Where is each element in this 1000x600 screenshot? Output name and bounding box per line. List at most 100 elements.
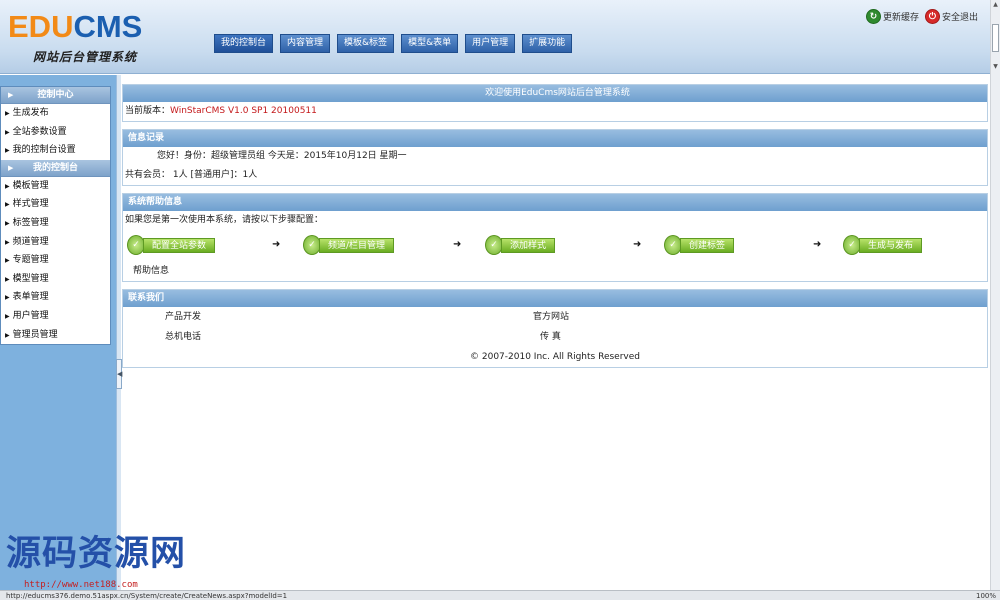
power-icon: ⏻: [924, 9, 940, 24]
help-info-link[interactable]: 帮助信息: [123, 262, 987, 281]
arrow-right-icon: ➜: [453, 239, 462, 250]
sidebar-item-channels[interactable]: ▶ 频道管理: [1, 233, 110, 252]
refresh-icon: ↻: [865, 9, 881, 24]
bullet-icon: ▶: [5, 312, 10, 320]
step-label: 生成与发布: [859, 237, 923, 253]
step-add-style-button[interactable]: ✓ 添加样式: [485, 234, 556, 256]
info-title: 信息记录: [123, 130, 987, 147]
contact-panel: 联系我们 产品开发 官方网站 总机电话 传 真 © 2007-2010 Inc.…: [122, 289, 988, 368]
welcome-panel: 欢迎使用EduCms网站后台管理系统 当前版本：WinStarCMS V1.0 …: [122, 84, 988, 122]
sidebar-item-label: 频道管理: [12, 236, 49, 247]
nav-my-console[interactable]: 我的控制台: [214, 34, 274, 53]
browser-status-bar: http://educms376.demo.51aspx.cn/System/c…: [0, 590, 1000, 600]
sidebar-section-my-console[interactable]: ▶ 我的控制台: [1, 159, 110, 177]
scrollbar-thumb[interactable]: [992, 24, 999, 52]
refresh-cache-label: 更新缓存: [882, 13, 919, 23]
watermark-title: 源码资源网: [6, 534, 187, 574]
vertical-scrollbar[interactable]: ▲ ▼: [990, 0, 1000, 590]
arrow-right-icon: ➜: [813, 239, 822, 250]
welcome-title: 欢迎使用EduCms网站后台管理系统: [123, 85, 987, 102]
logout-button[interactable]: ⏻ 安全退出: [924, 9, 978, 24]
sidebar-item-label: 生成发布: [12, 108, 49, 118]
sidebar-item-models[interactable]: ▶ 模型管理: [1, 270, 110, 289]
sidebar-section-title: 控制中心: [37, 90, 74, 100]
help-panel: 系统帮助信息 如果您是第一次使用本系统，请按以下步骤配置： ✓ 配置全站参数 ➜…: [122, 193, 988, 282]
step-channel-button[interactable]: ✓ 频道/栏目管理: [303, 234, 395, 256]
sidebar-item-tags[interactable]: ▶ 标签管理: [1, 214, 110, 233]
version-value: WinStarCMS V1.0 SP1 20100511: [170, 106, 317, 116]
contact-row-2: 总机电话 传 真: [123, 327, 987, 347]
refresh-cache-button[interactable]: ↻ 更新缓存: [865, 9, 919, 24]
sidebar-item-users[interactable]: ▶ 用户管理: [1, 307, 110, 326]
sidebar-item-forms[interactable]: ▶ 表单管理: [1, 288, 110, 307]
bullet-icon: ▶: [5, 219, 10, 227]
triangle-bullet-icon: ▶: [8, 163, 14, 172]
zoom-level[interactable]: 100%: [976, 591, 996, 600]
sidebar-item-label: 标签管理: [12, 217, 49, 228]
arrow-right-icon: ➜: [272, 239, 281, 250]
sidebar-item-topics[interactable]: ▶ 专题管理: [1, 251, 110, 270]
bullet-icon: ▶: [5, 182, 10, 190]
sidebar-item-label: 全站参数设置: [12, 126, 67, 137]
step-generate-publish-button[interactable]: ✓ 生成与发布: [843, 234, 923, 256]
sidebar-splitter[interactable]: ◀: [116, 75, 122, 590]
sidebar-item-site-settings[interactable]: ▶ 全站参数设置: [1, 123, 110, 142]
nav-extensions[interactable]: 扩展功能: [522, 34, 573, 53]
help-intro: 如果您是第一次使用本系统，请按以下步骤配置：: [125, 215, 324, 225]
nav-models-forms[interactable]: 模型&表单: [401, 34, 459, 53]
members-row: 共有会员： 1人 [普通用户]：1人: [125, 170, 258, 180]
bullet-icon: ▶: [5, 331, 10, 339]
help-title: 系统帮助信息: [123, 194, 987, 211]
hotline-label: 总机电话: [165, 332, 202, 342]
sidebar-item-label: 样式管理: [12, 199, 49, 210]
sidebar-item-generate-publish[interactable]: ▶ 生成发布: [1, 104, 110, 123]
step-label: 添加样式: [501, 237, 556, 253]
arrow-right-icon: ➜: [633, 239, 642, 250]
official-site-label: 官方网站: [533, 312, 570, 322]
status-url: http://educms376.demo.51aspx.cn/System/c…: [6, 592, 288, 600]
logo: EDUCMS: [8, 10, 142, 44]
logo-edu: EDU: [8, 9, 74, 44]
watermark-url: http://www.net188.com: [24, 580, 138, 590]
sidebar-item-label: 管理员管理: [12, 329, 58, 340]
sidebar-item-styles[interactable]: ▶ 样式管理: [1, 195, 110, 214]
main-content: 欢迎使用EduCms网站后台管理系统 当前版本：WinStarCMS V1.0 …: [122, 84, 988, 375]
logout-label: 安全退出: [941, 13, 978, 23]
bullet-icon: ▶: [5, 294, 10, 302]
scroll-down-icon[interactable]: ▼: [991, 62, 1000, 72]
logo-cms: CMS: [73, 9, 143, 44]
bullet-icon: ▶: [5, 238, 10, 246]
nav-users[interactable]: 用户管理: [465, 34, 516, 53]
sidebar-item-label: 用户管理: [12, 310, 49, 321]
scroll-up-icon[interactable]: ▲: [991, 0, 1000, 10]
sidebar-item-templates[interactable]: ▶ 模板管理: [1, 177, 110, 196]
sidebar-section-title: 我的控制台: [32, 162, 78, 173]
copyright: © 2007-2010 Inc. All Rights Reserved: [470, 352, 640, 362]
step-create-tag-button[interactable]: ✓ 创建标签: [664, 234, 735, 256]
sidebar-item-label: 表单管理: [12, 292, 49, 303]
logo-subtitle: 网站后台管理系统: [33, 50, 138, 64]
product-dev-label: 产品开发: [165, 312, 202, 322]
header: EDUCMS 网站后台管理系统 我的控制台 内容管理 模板&标签 模型&表单 用…: [0, 0, 990, 74]
bullet-icon: ▶: [5, 110, 10, 117]
fax-label: 传 真: [540, 332, 561, 342]
nav-templates-tags[interactable]: 模板&标签: [337, 34, 395, 53]
sidebar-item-label: 模板管理: [12, 180, 49, 191]
sidebar-item-admins[interactable]: ▶ 管理员管理: [1, 326, 110, 345]
greeting-row: 您好！身份：超级管理员组 今天是：2015年10月12日 星期一: [157, 151, 407, 161]
bullet-icon: ▶: [5, 201, 10, 209]
step-site-settings-button[interactable]: ✓ 配置全站参数: [127, 234, 216, 256]
sidebar-item-label: 模型管理: [12, 273, 49, 284]
sidebar-item-console-settings[interactable]: ▶ 我的控制台设置: [1, 141, 110, 160]
sidebar-item-label: 专题管理: [12, 255, 49, 266]
bullet-icon: ▶: [5, 147, 10, 155]
sidebar: ▶ 控制中心 ▶ 生成发布 ▶ 全站参数设置 ▶ 我的控制台设置 ▶ 我的控制台 ▶ 模…: [0, 86, 111, 346]
top-actions: ↻ 更新缓存 ⏻ 安全退出: [860, 9, 978, 24]
bullet-icon: ▶: [5, 257, 10, 265]
bullet-icon: ▶: [5, 128, 10, 136]
info-panel: 信息记录 您好！身份：超级管理员组 今天是：2015年10月12日 星期一 共有…: [122, 129, 988, 186]
contact-title: 联系我们: [123, 290, 987, 307]
sidebar-item-label: 我的控制台设置: [12, 145, 76, 156]
nav-content[interactable]: 内容管理: [280, 34, 331, 53]
sidebar-section-control-center[interactable]: ▶ 控制中心: [1, 87, 110, 104]
